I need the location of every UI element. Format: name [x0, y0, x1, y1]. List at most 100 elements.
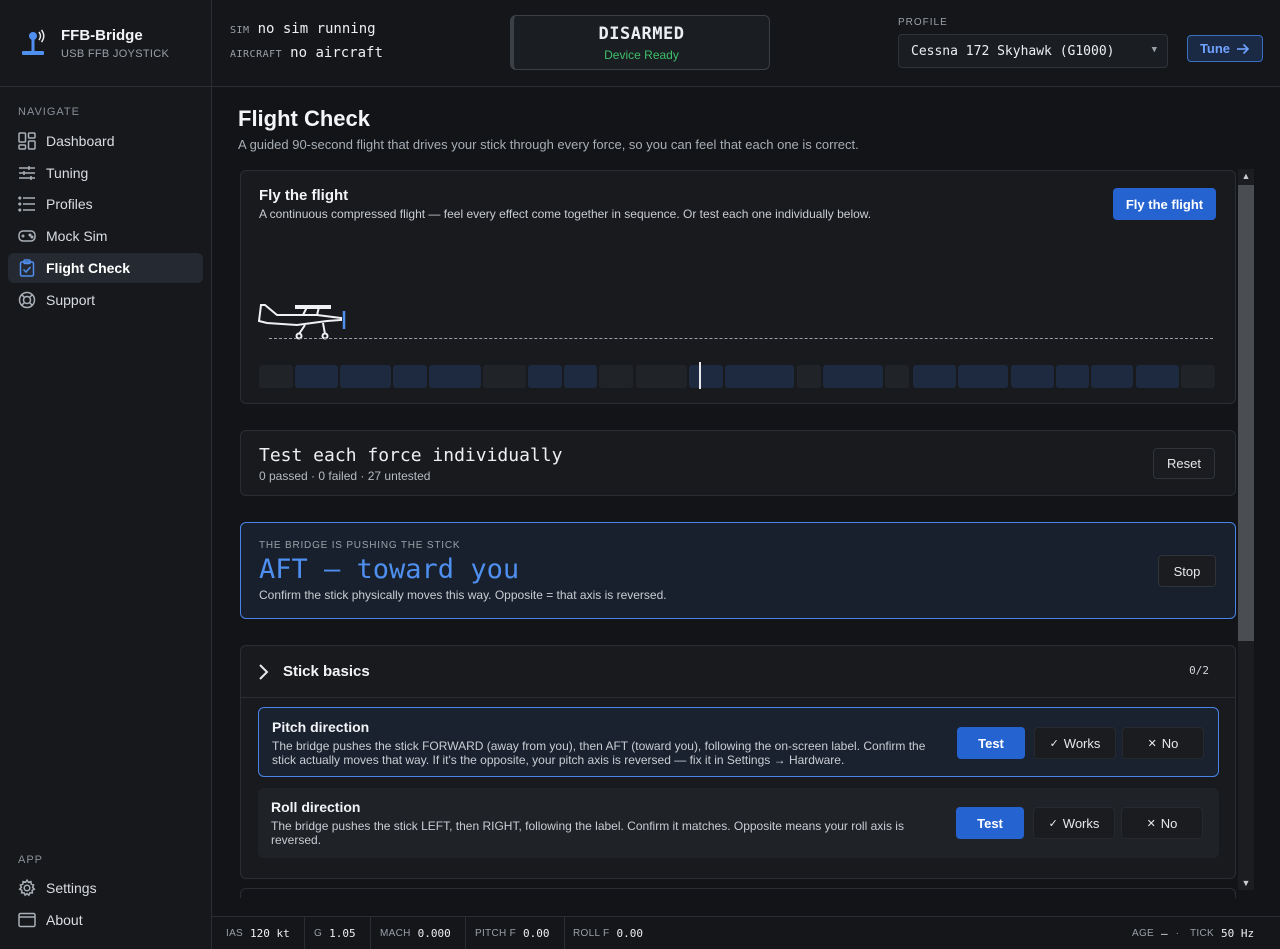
push-direction: AFT — toward you — [259, 554, 520, 585]
stat-key: AGE — [1132, 928, 1155, 939]
timeline-segment[interactable] — [599, 365, 633, 388]
sidebar-item-settings[interactable]: Settings — [8, 873, 203, 903]
chevron-right-icon — [259, 664, 269, 680]
sidebar-item-label: About — [46, 912, 83, 928]
list-icon — [18, 196, 35, 212]
test-individually-card: Test each force individually 0 passed · … — [240, 430, 1236, 496]
sidebar-item-tuning[interactable]: Tuning — [8, 158, 203, 188]
arm-state: DISARMED — [598, 24, 685, 44]
stat-value: 120 kt — [250, 927, 290, 940]
tune-label: Tune — [1199, 41, 1231, 56]
push-direction-card: THE BRIDGE IS PUSHING THE STICK AFT — to… — [240, 522, 1236, 619]
stat-tick: TICK 50 Hz — [1176, 917, 1268, 949]
timeline-segment[interactable] — [393, 365, 427, 388]
stat-value: 0.00 — [523, 927, 550, 940]
no-button[interactable]: ✕ No — [1122, 727, 1204, 759]
timeline-segment[interactable] — [1181, 365, 1215, 388]
timeline-segment[interactable] — [429, 365, 481, 388]
fly-the-flight-button[interactable]: Fly the flight — [1113, 188, 1216, 220]
stat-mach: MACH 0.000 — [366, 917, 466, 949]
works-button[interactable]: ✓ Works — [1034, 727, 1116, 759]
scroll-down-arrow-icon[interactable]: ▼ — [1238, 876, 1254, 890]
profile-value: Cessna 172 Skyhawk (G1000) — [911, 43, 1115, 59]
navigate-heading: NAVIGATE — [18, 106, 80, 118]
brand-title: FFB-Bridge — [61, 26, 143, 44]
scroll-thumb[interactable] — [1238, 185, 1254, 641]
timeline-segment[interactable] — [483, 365, 526, 388]
aircraft-key: AIRCRAFT — [230, 49, 283, 60]
sidebar-item-label: Settings — [46, 880, 97, 896]
stat-value: 0.000 — [417, 927, 451, 940]
no-label: No — [1161, 735, 1179, 751]
no-button[interactable]: ✕ No — [1121, 807, 1203, 839]
sidebar-item-about[interactable]: About — [8, 905, 203, 935]
sliders-icon — [19, 166, 35, 180]
stat-key: G — [314, 928, 323, 939]
test-name: Pitch direction — [272, 719, 370, 735]
test-title: Test each force individually — [259, 445, 563, 466]
profile-select[interactable]: Cessna 172 Skyhawk (G1000) ▼ — [898, 34, 1168, 68]
timeline-segment[interactable] — [259, 365, 293, 388]
timeline-segment[interactable] — [689, 365, 723, 388]
timeline-segment[interactable] — [913, 365, 956, 388]
sim-key: SIM — [230, 25, 250, 36]
flight-timeline[interactable] — [259, 362, 1216, 389]
test-button[interactable]: Test — [956, 807, 1024, 839]
no-label: No — [1160, 815, 1178, 831]
test-row-pitch-direction: Pitch direction The bridge pushes the st… — [258, 707, 1219, 777]
device-ready-status: Device Ready — [604, 48, 679, 62]
profile-label: PROFILE — [898, 17, 948, 28]
tune-button[interactable]: Tune — [1187, 35, 1263, 62]
stat-g: G 1.05 — [300, 917, 371, 949]
x-icon: ✕ — [1147, 737, 1157, 750]
sidebar-item-dashboard[interactable]: Dashboard — [8, 126, 203, 156]
stick-basics-section: Stick basics 0/2 Pitch direction The bri… — [240, 645, 1236, 879]
timeline-segment[interactable] — [725, 365, 794, 388]
timeline-segment[interactable] — [797, 365, 821, 388]
sidebar-item-mock-sim[interactable]: Mock Sim — [8, 221, 203, 251]
stop-button[interactable]: Stop — [1158, 555, 1216, 587]
stick-basics-count: 0/2 — [1189, 664, 1209, 677]
timeline-segment[interactable] — [636, 365, 687, 388]
timeline-segment[interactable] — [1056, 365, 1089, 388]
timeline-segment[interactable] — [823, 365, 883, 388]
gear-icon — [18, 879, 36, 897]
clipboard-check-icon — [19, 259, 35, 277]
reset-button[interactable]: Reset — [1153, 448, 1215, 479]
works-button[interactable]: ✓ Works — [1033, 807, 1115, 839]
timeline-segment[interactable] — [295, 365, 338, 388]
timeline-segment[interactable] — [564, 365, 597, 388]
sidebar-item-support[interactable]: Support — [8, 285, 203, 315]
scroll-up-arrow-icon[interactable]: ▲ — [1238, 169, 1254, 183]
aircraft-value: no aircraft — [290, 45, 383, 61]
timeline-segment[interactable] — [958, 365, 1008, 388]
brand: FFB-Bridge USB FFB JOYSTICK — [0, 0, 211, 87]
test-name: Roll direction — [271, 799, 361, 815]
window-icon — [18, 912, 36, 928]
timeline-segment[interactable] — [340, 365, 391, 388]
sim-value: no sim running — [257, 21, 376, 37]
timeline-segment[interactable] — [885, 365, 909, 388]
dashboard-icon — [18, 132, 36, 150]
caret-down-icon: ▼ — [1151, 45, 1157, 55]
next-section-edge — [240, 888, 1236, 898]
check-icon: ✓ — [1049, 737, 1059, 750]
timeline-segment[interactable] — [1136, 365, 1179, 388]
brand-subtitle: USB FFB JOYSTICK — [61, 47, 170, 60]
sidebar-item-profiles[interactable]: Profiles — [8, 189, 203, 219]
stat-key: ROLL F — [573, 928, 610, 939]
stat-key: PITCH F — [475, 928, 516, 939]
scrollbar[interactable]: ▲ ▼ — [1238, 169, 1254, 890]
sidebar: FFB-Bridge USB FFB JOYSTICK NAVIGATE Das… — [0, 0, 212, 949]
timeline-segment[interactable] — [1091, 365, 1133, 388]
test-button[interactable]: Test — [957, 727, 1025, 759]
sidebar-item-label: Dashboard — [46, 133, 115, 149]
sidebar-item-label: Profiles — [46, 196, 93, 212]
stat-key: TICK — [1190, 928, 1214, 939]
stick-basics-header[interactable]: Stick basics 0/2 — [241, 646, 1235, 698]
timeline-segment[interactable] — [1011, 365, 1054, 388]
fly-the-flight-card: Fly the flight A continuous compressed f… — [240, 170, 1236, 404]
app-heading: APP — [18, 854, 44, 866]
sidebar-item-flight-check[interactable]: Flight Check — [8, 253, 203, 283]
timeline-segment[interactable] — [528, 365, 562, 388]
